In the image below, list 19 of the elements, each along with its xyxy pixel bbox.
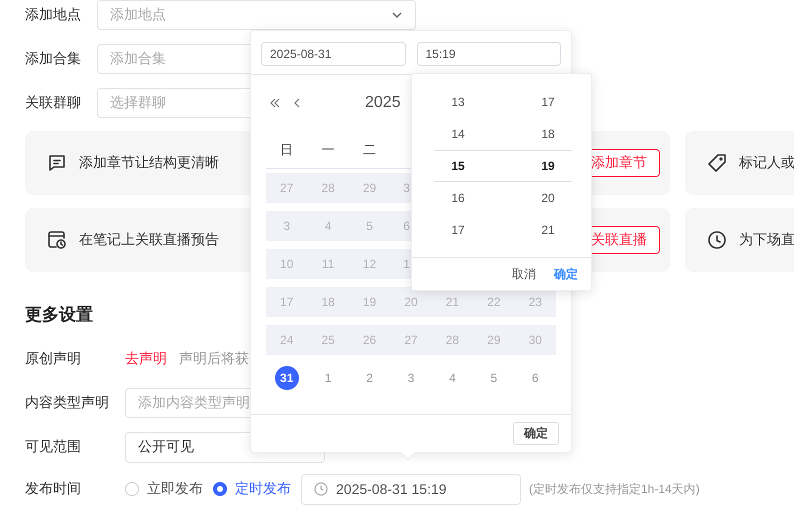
field-label: 添加地点 (25, 6, 82, 24)
field-label: 可见范围 (25, 438, 82, 456)
weekday-label: 一 (320, 140, 336, 158)
weekday-label: 日 (279, 140, 294, 158)
radio-label: 定时发布 (235, 480, 291, 498)
weekday-label: 二 (362, 140, 378, 158)
field-label: 原创声明 (25, 350, 82, 368)
card-text: 添加章节让结构更清晰 (79, 154, 219, 172)
declare-hint: 声明后将获 (179, 350, 249, 368)
card-text: 在笔记上关联直播预告 (79, 231, 219, 249)
month-title: 2025 (365, 94, 401, 112)
field-label: 内容类型声明 (25, 394, 110, 412)
radio-label: 立即发布 (147, 480, 203, 498)
publish-note: (定时发布仅支持指定1h-14天内) (529, 480, 700, 498)
section-title: 更多设置 (25, 304, 93, 326)
field-label: 添加合集 (25, 50, 82, 68)
datetime-value: 2025-08-31 15:19 (336, 481, 447, 497)
field-label: 发布时间 (25, 480, 82, 498)
field-label: 关联群聊 (25, 94, 82, 112)
